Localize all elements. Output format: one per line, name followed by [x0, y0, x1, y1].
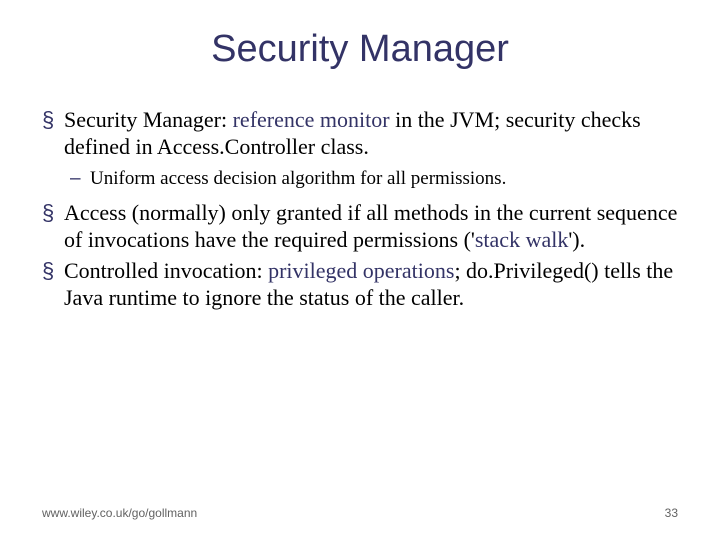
list-item: Access (normally) only granted if all me… — [64, 200, 678, 254]
slide-title: Security Manager — [42, 28, 678, 71]
bullet-list: Security Manager: reference monitor in t… — [42, 107, 678, 312]
text: Controlled invocation: — [64, 258, 268, 283]
text: '). — [568, 227, 585, 252]
page-number: 33 — [665, 506, 678, 520]
highlight-text: reference monitor — [233, 107, 390, 132]
footer-url: www.wiley.co.uk/go/gollmann — [42, 506, 197, 520]
list-item: Controlled invocation: privileged operat… — [64, 258, 678, 312]
slide-footer: www.wiley.co.uk/go/gollmann 33 — [42, 506, 678, 520]
sub-list: Uniform access decision algorithm for al… — [64, 167, 678, 191]
text: Access (normally) only granted if all me… — [64, 200, 677, 252]
list-item: Security Manager: reference monitor in t… — [64, 107, 678, 190]
highlight-text: stack walk — [475, 227, 568, 252]
list-item: Uniform access decision algorithm for al… — [90, 167, 678, 191]
text: Uniform access decision algorithm for al… — [90, 168, 506, 189]
highlight-text: privileged operations — [268, 258, 454, 283]
text: Security Manager: — [64, 107, 233, 132]
